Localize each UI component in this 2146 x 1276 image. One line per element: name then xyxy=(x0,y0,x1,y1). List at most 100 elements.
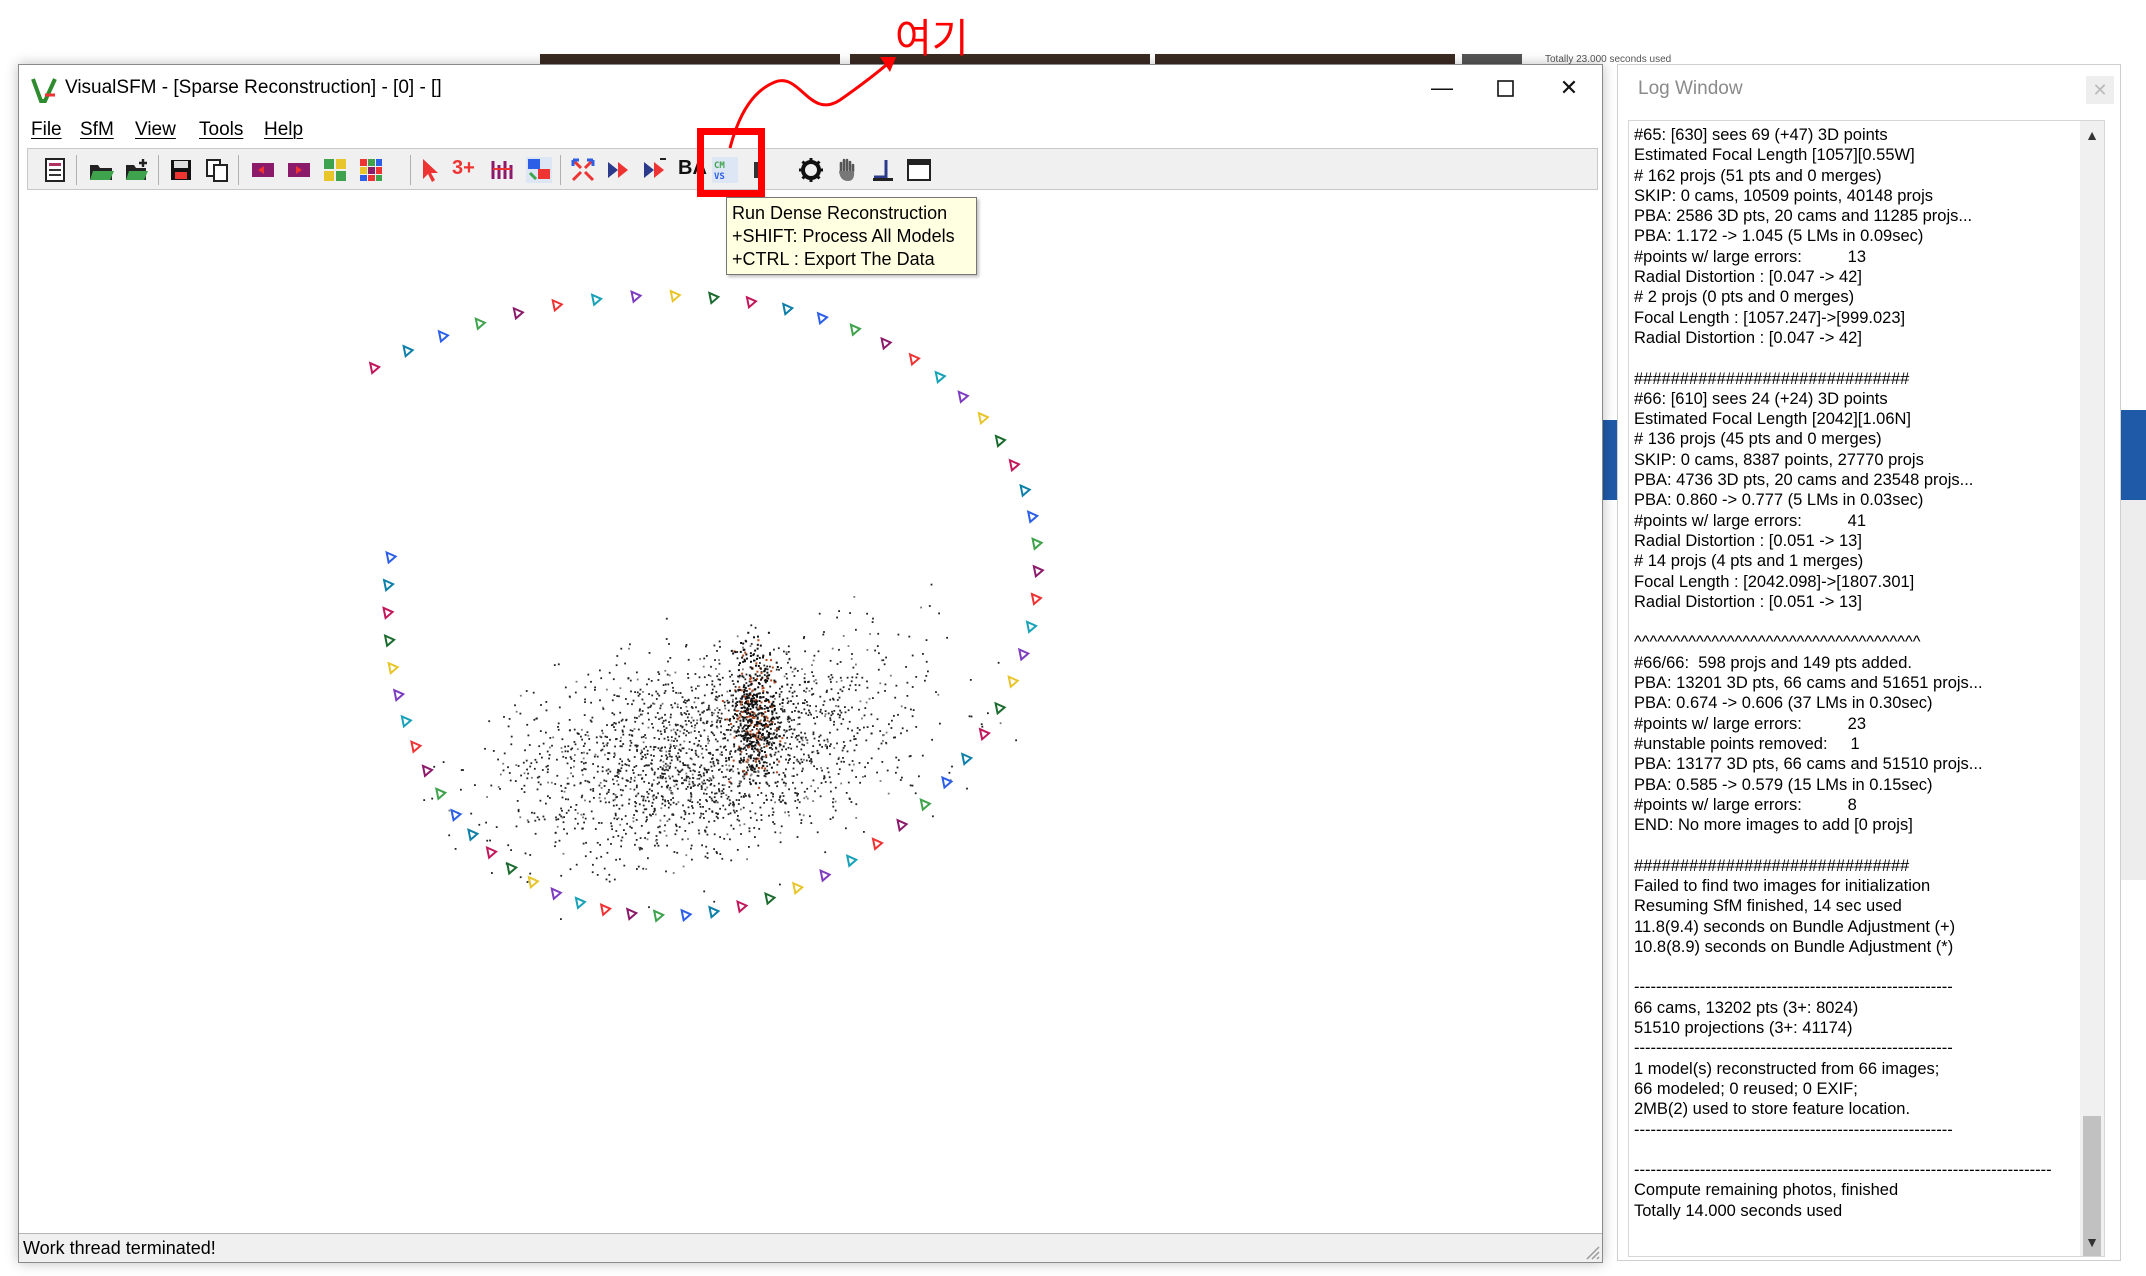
save-icon[interactable] xyxy=(168,157,194,183)
point-cloud-dot xyxy=(722,776,725,779)
maximize-button[interactable] xyxy=(1474,65,1536,111)
scroll-up-arrow-icon[interactable]: ▲ xyxy=(2080,123,2104,147)
menu-sfm[interactable]: SfM xyxy=(80,119,114,141)
point-cloud-dot xyxy=(745,795,747,797)
menu-tools[interactable]: Tools xyxy=(199,119,243,141)
point-cloud-dot xyxy=(739,719,742,722)
point-cloud-dot xyxy=(842,718,845,721)
point-cloud-dot xyxy=(690,725,693,728)
zoom-3d-icon[interactable] xyxy=(322,157,348,183)
point-cloud-dot xyxy=(780,721,783,724)
point-cloud-dot xyxy=(685,752,688,754)
reconstruct-resume-icon[interactable] xyxy=(642,157,668,183)
point-cloud-dot xyxy=(779,831,782,834)
point-cloud-dot xyxy=(664,799,666,802)
point-cloud-dot xyxy=(645,868,648,870)
point-cloud-dot xyxy=(834,809,837,812)
point-cloud-dot xyxy=(744,711,747,714)
point-cloud-dot xyxy=(557,728,560,731)
window-icon[interactable] xyxy=(906,157,932,183)
menu-view[interactable]: View xyxy=(135,119,176,141)
log-text-area[interactable]: #65: [630] sees 69 (+47) 3D points Estima… xyxy=(1628,120,2105,1257)
point-cloud-dot xyxy=(855,776,857,778)
close-button[interactable]: ✕ xyxy=(1538,65,1600,111)
camera-frustum xyxy=(994,701,1007,716)
point-cloud-dot xyxy=(701,711,704,714)
point-cloud-dot xyxy=(644,799,647,802)
point-cloud-dot xyxy=(793,668,796,671)
open-folder-icon[interactable] xyxy=(88,157,114,183)
point-cloud-dot xyxy=(751,729,754,731)
point-cloud-dot xyxy=(639,713,642,716)
point-cloud-dot xyxy=(695,754,698,756)
log-close-button[interactable]: ✕ xyxy=(2086,76,2114,104)
menu-file[interactable]: File xyxy=(31,119,62,141)
swap-icon[interactable] xyxy=(526,157,552,183)
match-icon-1[interactable] xyxy=(250,157,276,183)
point-cloud-dot xyxy=(770,755,773,758)
point-cloud-dot xyxy=(667,800,669,802)
corner-icon[interactable] xyxy=(870,157,896,183)
point-cloud-dot xyxy=(612,836,615,838)
point-cloud-dot xyxy=(745,760,748,763)
point-cloud-dot xyxy=(748,830,751,833)
feature-icon[interactable] xyxy=(490,157,516,183)
point-cloud-dot xyxy=(519,816,522,819)
point-cloud-dot xyxy=(656,776,659,779)
point-cloud-dot xyxy=(730,859,733,862)
point-cloud-dot xyxy=(786,683,789,686)
point-cloud-dot xyxy=(543,818,546,821)
point-cloud-dot xyxy=(539,783,542,786)
point-cloud-dot xyxy=(661,776,664,779)
copy-icon[interactable] xyxy=(204,157,230,183)
point-cloud-dot xyxy=(848,763,851,766)
point-cloud-dot xyxy=(818,743,821,746)
point-cloud-dot xyxy=(699,806,702,808)
expand-icon[interactable] xyxy=(570,157,596,183)
point-cloud-dot xyxy=(800,758,803,761)
point-cloud-dot xyxy=(681,782,684,784)
point-cloud-dot xyxy=(654,844,656,847)
point-cloud-dot xyxy=(793,728,796,731)
color-grid-icon[interactable] xyxy=(358,157,384,183)
minimize-button[interactable]: — xyxy=(1411,65,1473,111)
point-cloud-dot xyxy=(833,710,836,712)
point-cloud-dot xyxy=(792,775,795,777)
pointer-icon[interactable] xyxy=(418,157,444,183)
point-cloud-dot xyxy=(855,817,858,819)
point-cloud-dot xyxy=(637,694,640,697)
point-cloud-dot xyxy=(594,753,597,756)
point-cloud-dot xyxy=(700,815,702,817)
log-scrollbar[interactable]: ▲ ▼ xyxy=(2080,121,2104,1256)
point-cloud-dot xyxy=(671,813,674,816)
add-images-icon[interactable] xyxy=(124,157,150,183)
point-cloud-dot xyxy=(615,664,618,667)
point-cloud-dot xyxy=(850,658,853,660)
point-cloud-dot xyxy=(733,709,736,712)
menu-help[interactable]: Help xyxy=(264,119,303,141)
three-plus-icon[interactable]: 3+ xyxy=(452,157,475,180)
point-cloud-dot xyxy=(514,780,517,782)
point-cloud-dot xyxy=(794,736,797,739)
resize-grip-icon[interactable] xyxy=(1582,1242,1600,1260)
hand-icon[interactable] xyxy=(834,157,860,183)
point-cloud-dot xyxy=(783,729,786,731)
point-cloud-dot xyxy=(737,815,739,817)
camera-frustum xyxy=(707,291,721,305)
point-cloud-dot xyxy=(710,779,713,782)
point-cloud-dot xyxy=(968,715,971,718)
point-cloud-dot xyxy=(713,900,716,903)
point-cloud-dot xyxy=(733,736,736,739)
log-window-icon[interactable] xyxy=(42,157,68,183)
point-cloud-dot xyxy=(736,701,739,704)
point-cloud-dot xyxy=(750,680,753,683)
scroll-down-arrow-icon[interactable]: ▼ xyxy=(2080,1230,2104,1254)
settings-gear-icon[interactable] xyxy=(798,157,824,183)
point-cloud-dot xyxy=(749,666,752,669)
point-cloud-dot xyxy=(743,684,746,687)
match-icon-2[interactable] xyxy=(286,157,312,183)
reconstruct-icon[interactable] xyxy=(606,157,632,183)
sparse-reconstruction-view[interactable] xyxy=(21,191,1600,1232)
point-cloud-dot xyxy=(718,695,721,697)
camera-frustum xyxy=(368,361,382,375)
